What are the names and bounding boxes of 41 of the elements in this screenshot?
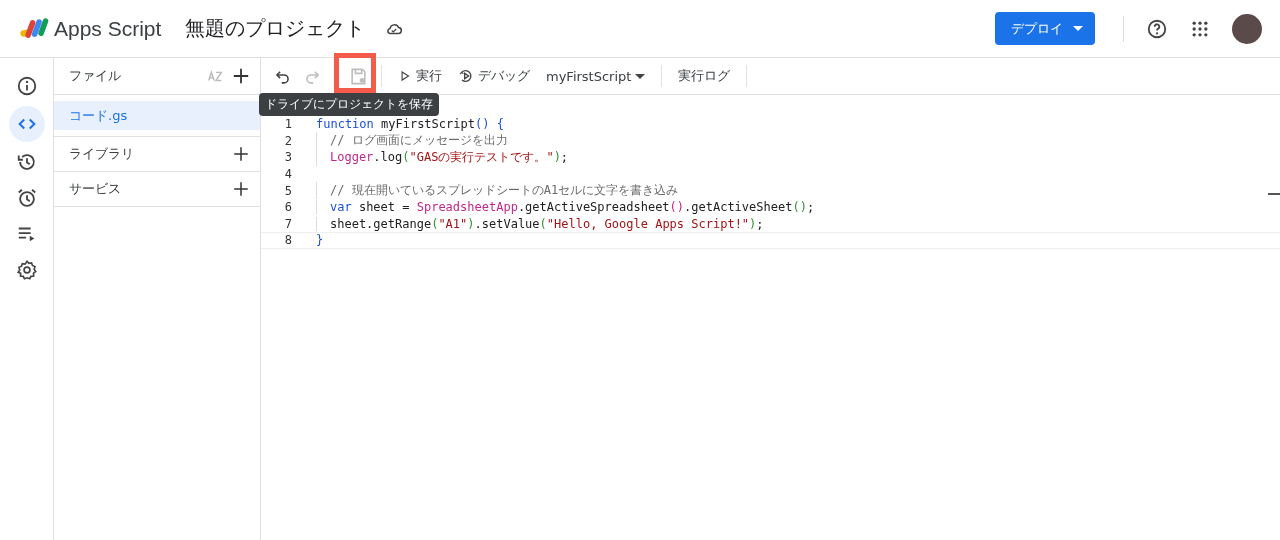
add-icon[interactable] [232, 67, 250, 85]
code-line: sheet.getRange("A1").setValue("Hello, Google Apps Script!"); [316, 216, 764, 231]
function-dropdown[interactable]: myFirstScript [540, 68, 652, 84]
line-number: 2 [283, 133, 293, 148]
section-heading: ライブラリ [69, 145, 135, 163]
add-icon[interactable] [232, 145, 250, 163]
tooltip: ドライブにプロジェクトを保存 [259, 93, 439, 116]
avatar[interactable] [1232, 13, 1262, 44]
line-number: 5 [283, 183, 293, 198]
info-icon[interactable] [15, 75, 38, 97]
add-icon[interactable] [232, 180, 250, 198]
line-number: 7 [283, 216, 293, 231]
gear-icon[interactable] [15, 259, 38, 281]
scroll-marker [1268, 193, 1280, 195]
caret-icon [1073, 26, 1083, 31]
line-number: 1 [283, 117, 293, 132]
code-line: var sheet = SpreadsheetApp.getActiveSpreadsheet().getActiveSheet(); [316, 200, 815, 215]
code-line: Logger.log("GASの実行テストです。"); [316, 149, 569, 166]
caret-icon [635, 73, 646, 79]
deploy-button[interactable]: デプロイ [995, 12, 1095, 45]
play-icon [398, 69, 412, 83]
debug-button[interactable]: デバッグ [452, 67, 536, 85]
debug-icon [458, 68, 474, 84]
run-button[interactable]: 実行 [392, 67, 448, 85]
line-number: 4 [283, 167, 293, 182]
code-line: // 現在開いているスプレッドシートのA1セルに文字を書き込み [316, 182, 679, 200]
help-icon[interactable] [1146, 17, 1168, 40]
files-heading: ファイル [69, 67, 122, 85]
line-number: 8 [283, 233, 293, 248]
code-line: // ログ画面にメッセージを出力 [316, 132, 508, 150]
project-title[interactable]: 無題のプロジェクト [185, 15, 366, 42]
file-item[interactable]: コード.gs [54, 101, 260, 130]
code-line: } [316, 233, 324, 248]
section-heading: サービス [69, 180, 122, 198]
line-number: 6 [283, 200, 293, 215]
execution-log-button[interactable]: 実行ログ [672, 67, 737, 85]
code-line: function myFirstScript() { [316, 117, 504, 132]
alarm-clock-icon[interactable] [15, 187, 38, 209]
app-name: Apps Script [54, 16, 162, 41]
history-icon[interactable] [15, 151, 38, 173]
line-number: 3 [283, 150, 293, 165]
